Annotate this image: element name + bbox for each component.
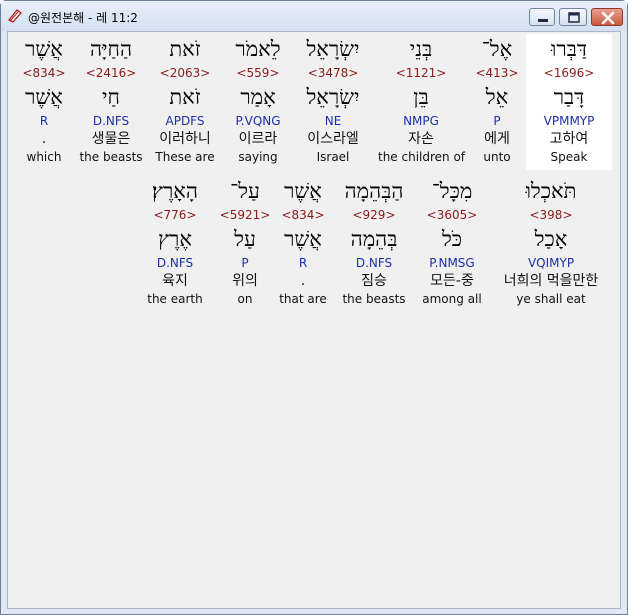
korean-gloss: 이러하니: [159, 131, 211, 147]
parsing-code: R: [39, 114, 49, 128]
app-window: @원전본해 - 레 11:2 דַּבְּרוּ <1696> דָּבַר V…: [0, 0, 628, 615]
word-block[interactable]: בְּנֵי <1121> בֵּן NMPG 자손 the children …: [378, 34, 466, 165]
minimize-icon: [538, 19, 548, 22]
hebrew-word: בְּנֵי: [409, 37, 433, 61]
hebrew-word: אֶל־: [481, 37, 513, 61]
minimize-button[interactable]: [529, 8, 555, 26]
english-gloss: the earth: [147, 292, 203, 306]
strong-number[interactable]: <834>: [1, 65, 87, 82]
english-gloss: Israel: [316, 150, 350, 164]
parsing-code: NE: [324, 114, 342, 128]
strong-number[interactable]: <3605>: [409, 207, 495, 224]
hebrew-word: מִכָּל־: [431, 179, 473, 203]
word-block[interactable]: זֹאת <2063> זֹאת APDFS 이러하니 These are: [142, 34, 228, 165]
korean-gloss: 육지: [162, 273, 188, 289]
hebrew-lemma: אֶרֶץ: [158, 227, 192, 251]
interlinear-panel[interactable]: דַּבְּרוּ <1696> דָּבַר VPMMYP 고하여 Speak…: [7, 31, 621, 609]
parsing-code: NMPG: [403, 114, 439, 128]
hebrew-word: אֲשֶׁר: [25, 37, 63, 61]
korean-gloss: 모든-중: [430, 273, 474, 289]
english-gloss: which: [26, 150, 62, 164]
title-bar[interactable]: @원전본해 - 레 11:2: [1, 1, 627, 31]
korean-gloss: 너희의 먹을만한: [503, 273, 599, 289]
window-title: @원전본해 - 레 11:2: [28, 11, 138, 25]
strong-number[interactable]: <3478>: [290, 65, 376, 82]
hebrew-lemma: אֵל: [485, 85, 509, 109]
close-button[interactable]: [591, 8, 623, 26]
hebrew-lemma: בֵּן: [413, 85, 429, 109]
hebrew-lemma: אֲשֶׁר: [25, 85, 63, 109]
hebrew-lemma: זֹאת: [169, 85, 201, 109]
english-gloss: These are: [155, 150, 215, 164]
hebrew-word: תֹּאכְלוּ: [525, 179, 577, 203]
parsing-code: P: [493, 114, 501, 128]
english-gloss: among all: [422, 292, 482, 306]
hebrew-word: הָאָרֶץ׃: [152, 179, 198, 203]
word-block[interactable]: אֲשֶׁר <834> אֲשֶׁר R . which: [1, 34, 87, 165]
english-gloss: ye shall eat: [516, 292, 586, 306]
hebrew-lemma: אָכַל: [534, 227, 568, 251]
word-block[interactable]: תֹּאכְלוּ <398> אָכַל VQIMYP 너희의 먹을만한 ye…: [500, 176, 602, 307]
parsing-code: VQIMYP: [527, 256, 575, 270]
hebrew-word: זֹאת: [169, 37, 201, 61]
maximize-button[interactable]: [559, 8, 587, 26]
strong-number[interactable]: <398>: [500, 207, 602, 224]
word-block[interactable]: אֶל־ <413> אֵל P 에게 unto: [454, 34, 540, 165]
korean-gloss: 에게: [484, 131, 510, 147]
korean-gloss: 자손: [408, 131, 434, 147]
word-block[interactable]: הָאָרֶץ׃ <776> אֶרֶץ D.NFS 육지 the earth: [132, 176, 218, 307]
english-gloss: unto: [483, 150, 511, 164]
strong-number[interactable]: <2063>: [142, 65, 228, 82]
close-icon: [601, 11, 615, 25]
strong-number[interactable]: <413>: [454, 65, 540, 82]
strong-number[interactable]: <1121>: [378, 65, 464, 82]
korean-gloss: 이스라엘: [307, 131, 359, 147]
hebrew-lemma: כֹּל: [441, 227, 463, 251]
word-block[interactable]: מִכָּל־ <3605> כֹּל P.NMSG 모든-중 among al…: [409, 176, 495, 307]
maximize-icon: [568, 12, 580, 23]
bible-app-icon: [7, 8, 23, 24]
parsing-code: P.NMSG: [429, 256, 475, 270]
korean-gloss: .: [41, 131, 47, 147]
parsing-code: APDFS: [165, 114, 205, 128]
strong-number[interactable]: <776>: [132, 207, 218, 224]
word-block[interactable]: יִשְׂרָאֵל <3478> יִשְׂרָאֵל NE 이스라엘 Isr…: [290, 34, 376, 165]
hebrew-word: יִשְׂרָאֵל: [306, 37, 360, 61]
hebrew-lemma: יִשְׂרָאֵל: [306, 85, 360, 109]
english-gloss: the children of: [378, 150, 466, 164]
parsing-code: D.NFS: [156, 256, 194, 270]
